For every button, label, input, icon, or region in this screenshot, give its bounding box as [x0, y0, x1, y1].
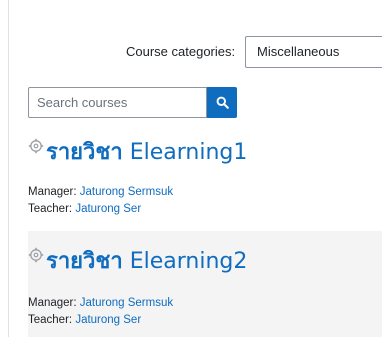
course-item: รายวิชา Elearning2 Manager: Jaturong Ser… — [28, 231, 382, 337]
contact-name-link[interactable]: Jaturong Ser — [75, 203, 141, 215]
course-title-thai: รายวิชา — [46, 140, 123, 165]
title-space — [123, 249, 130, 274]
contact-teacher: Teacher: Jaturong Ser — [28, 201, 173, 218]
contact-manager: Manager: Jaturong Sermsuk — [28, 184, 173, 201]
course-title: รายวิชา Elearning2 — [28, 243, 247, 278]
course-link[interactable]: รายวิชา Elearning2 — [46, 243, 247, 278]
title-space — [123, 140, 130, 165]
search-button[interactable] — [207, 87, 237, 118]
course-cog-icon — [28, 247, 44, 262]
course-cog-icon — [28, 138, 44, 153]
contact-role: Teacher — [28, 203, 69, 215]
search-input[interactable] — [28, 87, 207, 118]
category-select[interactable]: Miscellaneous — [245, 36, 382, 68]
course-listing-page: Course categories: Miscellaneous รายวิชา… — [0, 0, 382, 337]
contact-manager: Manager: Jaturong Sermsuk — [28, 295, 173, 312]
contact-role: Manager — [28, 297, 74, 309]
course-title-thai: รายวิชา — [46, 249, 123, 274]
category-filter: Course categories: Miscellaneous — [0, 36, 382, 70]
course-item: รายวิชา Elearning1 Manager: Jaturong Ser… — [28, 126, 382, 223]
category-label: Course categories: — [126, 44, 236, 59]
course-contacts: Manager: Jaturong Sermsuk Teacher: Jatur… — [28, 184, 173, 218]
course-link[interactable]: รายวิชา Elearning1 — [46, 134, 247, 169]
contact-name-link[interactable]: Jaturong Sermsuk — [80, 186, 173, 198]
contact-name-link[interactable]: Jaturong Sermsuk — [80, 297, 173, 309]
course-title: รายวิชา Elearning1 — [28, 134, 247, 169]
search-icon — [216, 96, 229, 109]
contact-role: Manager — [28, 186, 74, 198]
contact-teacher: Teacher: Jaturong Ser — [28, 312, 173, 329]
contact-role: Teacher — [28, 314, 69, 326]
contact-name-link[interactable]: Jaturong Ser — [75, 314, 141, 326]
course-title-name: Elearning2 — [129, 249, 248, 274]
course-contacts: Manager: Jaturong Sermsuk Teacher: Jatur… — [28, 295, 173, 329]
course-title-name: Elearning1 — [129, 140, 248, 165]
